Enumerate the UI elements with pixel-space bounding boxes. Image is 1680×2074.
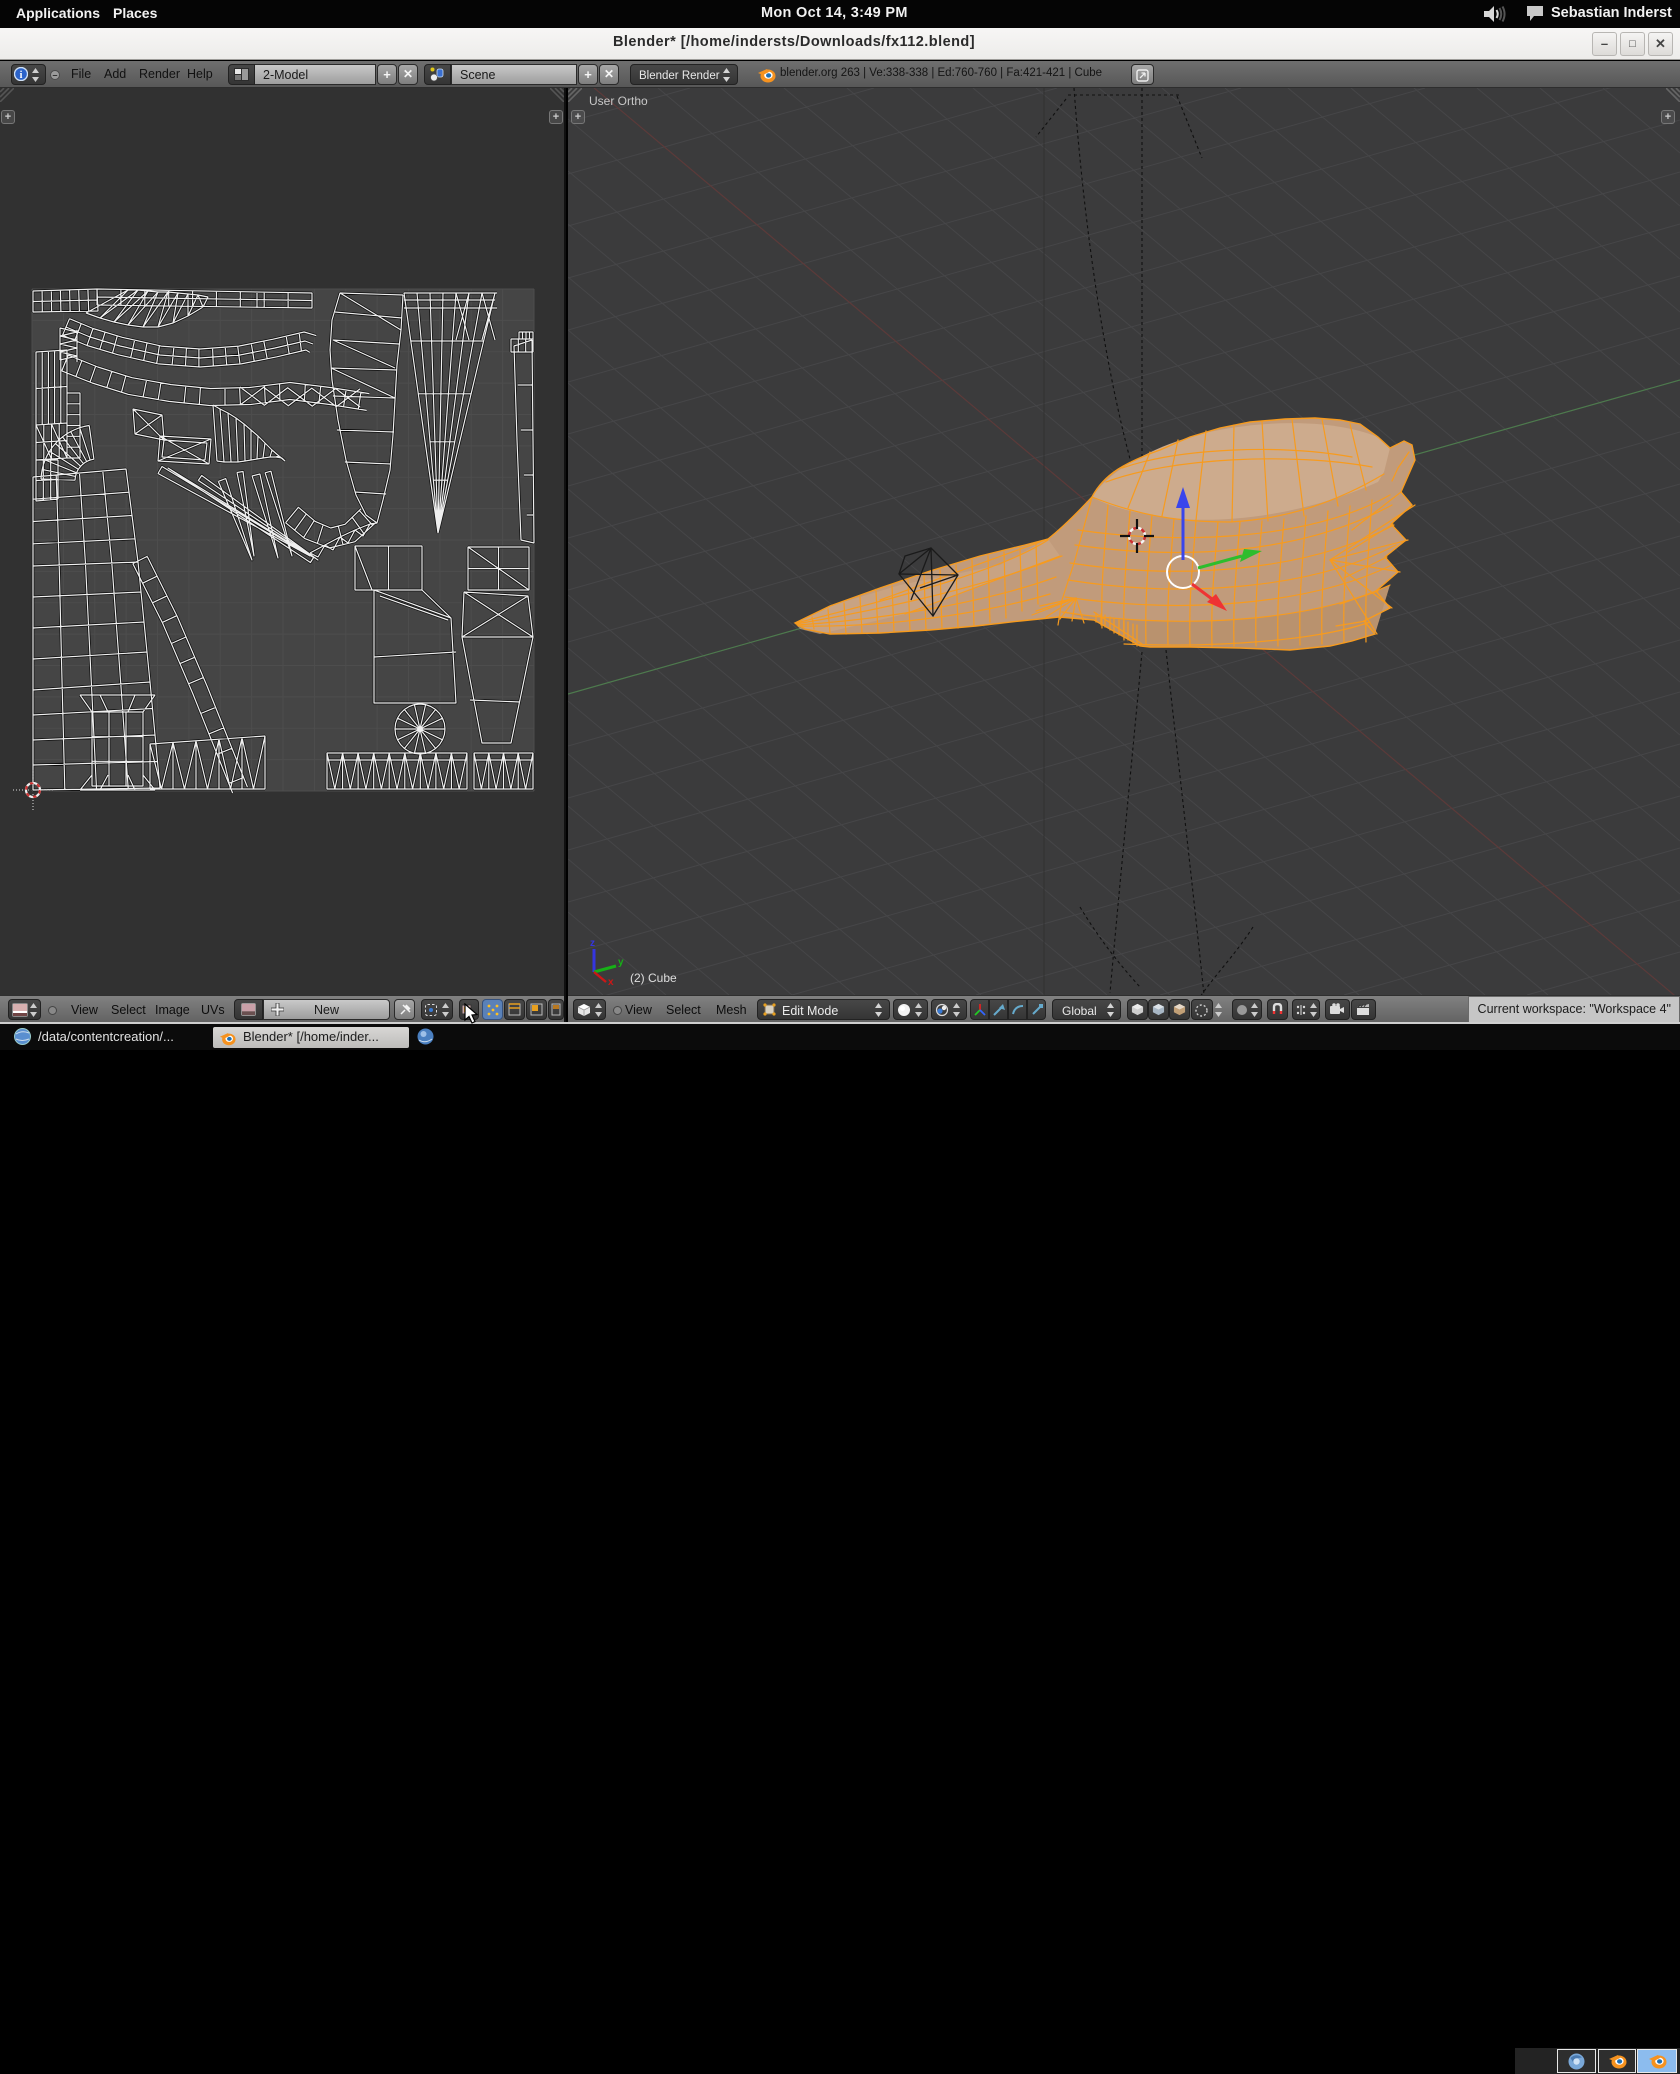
- svg-text:y: y: [618, 957, 624, 968]
- svg-text:x: x: [608, 977, 614, 988]
- svg-text:i: i: [20, 70, 23, 81]
- svg-text:z: z: [590, 938, 595, 949]
